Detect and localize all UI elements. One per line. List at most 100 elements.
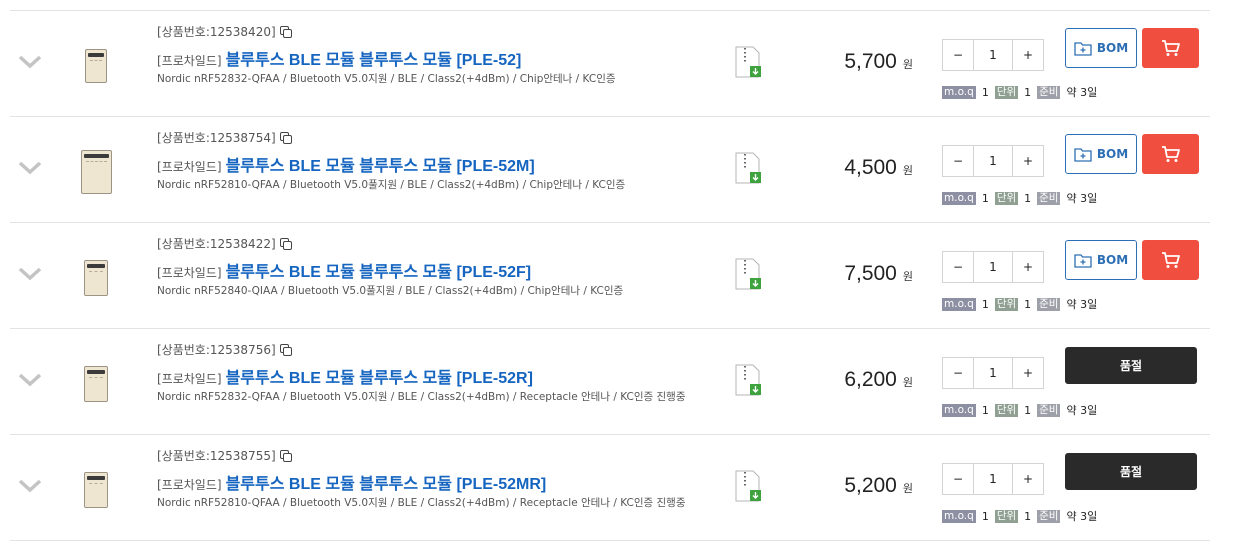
quantity-stepper: − 1 + bbox=[942, 145, 1044, 177]
chevron-down-icon[interactable] bbox=[15, 51, 45, 73]
ready-badge: 준비 bbox=[1037, 85, 1061, 99]
product-thumbnail[interactable] bbox=[74, 41, 118, 91]
product-description: Nordic nRF52810-QFAA / Bluetooth V5.0풀지원… bbox=[157, 179, 626, 191]
product-number: [상품번호:12538756] bbox=[157, 342, 687, 358]
decrease-button[interactable]: − bbox=[943, 252, 973, 282]
increase-button[interactable]: + bbox=[1013, 40, 1043, 70]
product-description: Nordic nRF52832-QFAA / Bluetooth V5.0지원 … bbox=[157, 391, 686, 403]
cart-icon bbox=[1161, 252, 1180, 268]
add-to-cart-button[interactable] bbox=[1142, 240, 1199, 280]
bom-button[interactable]: BOM bbox=[1065, 240, 1137, 280]
decrease-button[interactable]: − bbox=[943, 464, 973, 494]
order-meta: m.o.q 1 단위 1 준비 약 3일 bbox=[942, 509, 1098, 523]
product-info: [상품번호:12538422] [프로차일드] 블루투스 BLE 모듈 블루투스 … bbox=[157, 236, 687, 298]
product-name-link[interactable]: 블루투스 BLE 모듈 블루투스 모듈 [PLE-52M] bbox=[226, 152, 535, 176]
product-row: [상품번호:12538755] [프로차일드] 블루투스 BLE 모듈 블루투스 … bbox=[10, 435, 1210, 541]
product-thumbnail[interactable] bbox=[74, 465, 118, 515]
chevron-down-icon[interactable] bbox=[15, 369, 45, 391]
zip-file-download-icon[interactable] bbox=[735, 46, 761, 78]
cart-icon bbox=[1161, 146, 1180, 162]
price: 4,500 원 bbox=[844, 156, 913, 179]
quantity-stepper: − 1 + bbox=[942, 251, 1044, 283]
bom-button[interactable]: BOM bbox=[1065, 28, 1137, 68]
moq-badge: m.o.q bbox=[942, 85, 976, 99]
zip-file-download-icon[interactable] bbox=[735, 364, 761, 396]
quantity-input[interactable]: 1 bbox=[973, 40, 1013, 70]
product-info: [상품번호:12538756] [프로차일드] 블루투스 BLE 모듈 블루투스 … bbox=[157, 342, 687, 404]
increase-button[interactable]: + bbox=[1013, 252, 1043, 282]
soldout-button[interactable]: 품절 bbox=[1065, 347, 1197, 384]
product-row: [상품번호:12538754] [프로차일드] 블루투스 BLE 모듈 블루투스 … bbox=[10, 117, 1210, 223]
product-name-link[interactable]: 블루투스 BLE 모듈 블루투스 모듈 [PLE-52] bbox=[226, 46, 522, 70]
product-thumbnail[interactable] bbox=[74, 147, 118, 197]
increase-button[interactable]: + bbox=[1013, 146, 1043, 176]
copy-icon[interactable] bbox=[279, 343, 293, 357]
product-name-link[interactable]: 블루투스 BLE 모듈 블루투스 모듈 [PLE-52R] bbox=[226, 364, 533, 388]
quantity-input[interactable]: 1 bbox=[973, 358, 1013, 388]
ready-badge: 준비 bbox=[1037, 297, 1061, 311]
bom-button[interactable]: BOM bbox=[1065, 134, 1137, 174]
add-to-cart-button[interactable] bbox=[1142, 134, 1199, 174]
quantity-input[interactable]: 1 bbox=[973, 252, 1013, 282]
quantity-stepper: − 1 + bbox=[942, 39, 1044, 71]
unit-badge: 단위 bbox=[994, 297, 1019, 311]
product-number: [상품번호:12538754] bbox=[157, 130, 687, 146]
product-name-link[interactable]: 블루투스 BLE 모듈 블루투스 모듈 [PLE-52MR] bbox=[226, 470, 547, 494]
increase-button[interactable]: + bbox=[1013, 358, 1043, 388]
zip-file-download-icon[interactable] bbox=[735, 470, 761, 502]
product-name-link[interactable]: 블루투스 BLE 모듈 블루투스 모듈 [PLE-52F] bbox=[226, 258, 532, 282]
product-number: [상품번호:12538422] bbox=[157, 236, 687, 252]
product-number: [상품번호:12538420] bbox=[157, 24, 687, 40]
ready-badge: 준비 bbox=[1037, 509, 1061, 523]
ready-badge: 준비 bbox=[1037, 403, 1061, 417]
quantity-input[interactable]: 1 bbox=[973, 146, 1013, 176]
quantity-input[interactable]: 1 bbox=[973, 464, 1013, 494]
product-row: [상품번호:12538422] [프로차일드] 블루투스 BLE 모듈 블루투스 … bbox=[10, 223, 1210, 329]
maker-label: [프로차일드] bbox=[157, 54, 222, 68]
maker-label: [프로차일드] bbox=[157, 372, 222, 386]
product-description: Nordic nRF52832-QFAA / Bluetooth V5.0지원 … bbox=[157, 73, 616, 85]
add-to-cart-button[interactable] bbox=[1142, 28, 1199, 68]
product-thumbnail[interactable] bbox=[74, 359, 118, 409]
copy-icon[interactable] bbox=[279, 449, 293, 463]
zip-file-download-icon[interactable] bbox=[735, 152, 761, 184]
order-meta: m.o.q 1 단위 1 준비 약 3일 bbox=[942, 297, 1098, 311]
price: 6,200 원 bbox=[844, 368, 913, 391]
product-info: [상품번호:12538755] [프로차일드] 블루투스 BLE 모듈 블루투스 … bbox=[157, 448, 687, 510]
product-description: Nordic nRF52810-QFAA / Bluetooth V5.0지원 … bbox=[157, 497, 686, 509]
product-row: [상품번호:12538420] [프로차일드] 블루투스 BLE 모듈 블루투스 … bbox=[10, 11, 1210, 117]
product-row: [상품번호:12538756] [프로차일드] 블루투스 BLE 모듈 블루투스 … bbox=[10, 329, 1210, 435]
price: 5,200 원 bbox=[844, 474, 913, 497]
chevron-down-icon[interactable] bbox=[15, 157, 45, 179]
unit-badge: 단위 bbox=[994, 403, 1019, 417]
moq-badge: m.o.q bbox=[942, 509, 976, 523]
order-meta: m.o.q 1 단위 1 준비 약 3일 bbox=[942, 85, 1098, 99]
moq-badge: m.o.q bbox=[942, 297, 976, 311]
decrease-button[interactable]: − bbox=[943, 358, 973, 388]
unit-badge: 단위 bbox=[994, 85, 1019, 99]
price: 5,700 원 bbox=[844, 50, 913, 73]
maker-label: [프로차일드] bbox=[157, 478, 222, 492]
ready-badge: 준비 bbox=[1037, 191, 1061, 205]
increase-button[interactable]: + bbox=[1013, 464, 1043, 494]
zip-file-download-icon[interactable] bbox=[735, 258, 761, 290]
chevron-down-icon[interactable] bbox=[15, 263, 45, 285]
maker-label: [프로차일드] bbox=[157, 266, 222, 280]
decrease-button[interactable]: − bbox=[943, 146, 973, 176]
copy-icon[interactable] bbox=[279, 131, 293, 145]
soldout-button[interactable]: 품절 bbox=[1065, 453, 1197, 490]
bom-add-icon bbox=[1074, 147, 1092, 162]
product-thumbnail[interactable] bbox=[74, 253, 118, 303]
quantity-stepper: − 1 + bbox=[942, 463, 1044, 495]
product-info: [상품번호:12538420] [프로차일드] 블루투스 BLE 모듈 블루투스 … bbox=[157, 24, 687, 86]
order-meta: m.o.q 1 단위 1 준비 약 3일 bbox=[942, 403, 1098, 417]
cart-icon bbox=[1161, 40, 1180, 56]
bom-add-icon bbox=[1074, 41, 1092, 56]
copy-icon[interactable] bbox=[279, 237, 293, 251]
moq-badge: m.o.q bbox=[942, 191, 976, 205]
decrease-button[interactable]: − bbox=[943, 40, 973, 70]
product-info: [상품번호:12538754] [프로차일드] 블루투스 BLE 모듈 블루투스 … bbox=[157, 130, 687, 192]
copy-icon[interactable] bbox=[279, 25, 293, 39]
maker-label: [프로차일드] bbox=[157, 160, 222, 174]
chevron-down-icon[interactable] bbox=[15, 475, 45, 497]
